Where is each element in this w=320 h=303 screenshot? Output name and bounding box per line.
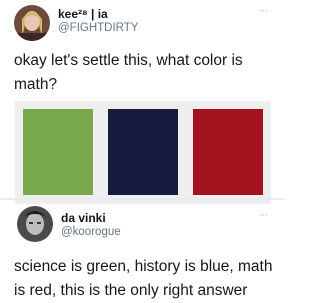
tweet-text: science is green, history is blue, math … (14, 258, 273, 299)
tweet-reply: da vinki @koorogue ··· science is green,… (0, 200, 285, 300)
swatch-navy (108, 109, 178, 195)
color-swatch-image[interactable] (15, 101, 271, 204)
avatar-da-vinki[interactable] (17, 206, 53, 242)
swatch-green (23, 109, 93, 195)
display-name[interactable]: kee²⁸ | ia (58, 7, 108, 21)
display-name[interactable]: da vinki (61, 211, 106, 225)
more-options-icon[interactable]: ··· (259, 5, 268, 17)
more-options-icon[interactable]: ··· (259, 209, 268, 221)
handle[interactable]: @FIGHTDIRTY (58, 22, 138, 34)
handle[interactable]: @koorogue (61, 226, 121, 238)
swatch-red (193, 109, 263, 195)
tweet-text: okay let's settle this, what color is ma… (14, 52, 243, 93)
avatar-photo-icon (14, 5, 50, 41)
tweet-original: kee²⁸ | ia @FIGHTDIRTY ··· okay let's se… (0, 0, 285, 204)
avatar-kee[interactable] (14, 5, 50, 41)
avatar-photo-icon (17, 206, 53, 242)
